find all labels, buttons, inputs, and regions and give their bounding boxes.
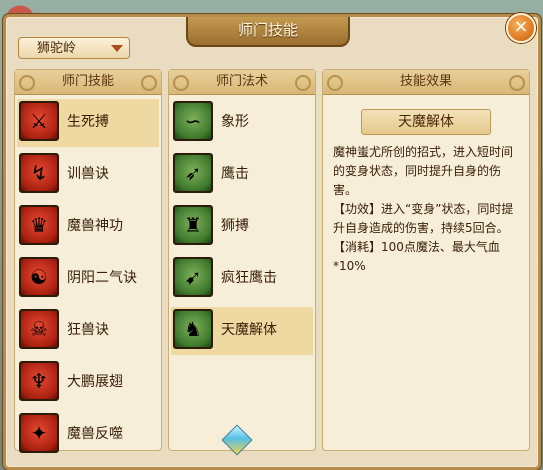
effect-panel-header: 技能效果: [323, 70, 529, 95]
yin-yang-mask-icon: ☯: [19, 257, 59, 297]
beast-crown-icon: ♛: [19, 205, 59, 245]
window-title: 师门技能: [186, 17, 350, 47]
beast-skull-icon: ☠: [19, 309, 59, 349]
effect-description: 魔神蚩尤所创的招式，进入短时间的变身状态，同时提升自身的伤害。 【功效】进入“变…: [333, 145, 514, 273]
beast-bite-icon: ✦: [19, 413, 59, 453]
spell-label: 狮搏: [221, 218, 249, 234]
roc-wings-icon: ♆: [19, 361, 59, 401]
close-button[interactable]: ×: [506, 13, 536, 43]
skill-row-shengsibo[interactable]: ⚔ 生死搏: [17, 99, 159, 147]
skill-label: 阴阳二气诀: [67, 270, 137, 286]
skill-label: 训兽诀: [67, 166, 109, 182]
skill-row-dapengzhanchi[interactable]: ♆ 大鹏展翅: [17, 359, 159, 407]
spell-row-fengkuangyingji[interactable]: ➹ 疯狂鹰击: [171, 255, 313, 303]
skill-label: 生死搏: [67, 114, 109, 130]
spell-label: 天魔解体: [221, 322, 277, 338]
spell-row-yingji[interactable]: ➶ 鹰击: [171, 151, 313, 199]
skill-label: 狂兽诀: [67, 322, 109, 338]
spell-row-xiangxing[interactable]: ∽ 象形: [171, 99, 313, 147]
skill-row-yinyangerqijue[interactable]: ☯ 阴阳二气诀: [17, 255, 159, 303]
lion-icon: ♜: [173, 205, 213, 245]
elephant-icon: ∽: [173, 101, 213, 141]
spell-label: 鹰击: [221, 166, 249, 182]
spells-panel-header: 师门法术: [169, 70, 315, 95]
skills-panel: 师门技能 ⚔ 生死搏 ↯ 训兽诀 ♛ 魔兽神功 ☯ 阴阳二气诀 ☠ 狂兽诀 ♆ …: [14, 69, 162, 453]
spells-panel: 师门法术 ∽ 象形 ➶ 鹰击 ♜ 狮搏 ➹ 疯狂鹰击 ♞ 天魔解体: [168, 69, 316, 451]
skill-label: 大鹏展翅: [67, 374, 123, 390]
school-dropdown[interactable]: 狮驼岭: [18, 37, 130, 59]
skill-label: 魔兽反噬: [67, 426, 123, 442]
skill-row-moshoushengong[interactable]: ♛ 魔兽神功: [17, 203, 159, 251]
whip-icon: ↯: [19, 153, 59, 193]
skills-panel-header: 师门技能: [15, 70, 161, 95]
spell-label: 象形: [221, 114, 249, 130]
skill-row-xunshoujue[interactable]: ↯ 训兽诀: [17, 151, 159, 199]
eagle-icon: ➶: [173, 153, 213, 193]
skill-row-moshoufanshi[interactable]: ✦ 魔兽反噬: [17, 411, 159, 459]
demon-body-icon: ♞: [173, 309, 213, 349]
frenzy-eagle-icon: ➹: [173, 257, 213, 297]
spell-row-tianmojieti[interactable]: ♞ 天魔解体: [171, 307, 313, 355]
skill-row-kuangshoujue[interactable]: ☠ 狂兽诀: [17, 307, 159, 355]
skill-label: 魔兽神功: [67, 218, 123, 234]
school-skills-window: 师门技能 × 狮驼岭 师门技能 ⚔ 生死搏 ↯ 训兽诀 ♛ 魔兽神功 ☯ 阴阳二…: [3, 13, 541, 470]
effect-title: 天魔解体: [361, 109, 491, 135]
chevron-down-icon[interactable]: [111, 45, 123, 52]
spell-row-shibo[interactable]: ♜ 狮搏: [171, 203, 313, 251]
school-dropdown-value: 狮驼岭: [37, 41, 77, 56]
spell-label: 疯狂鹰击: [221, 270, 277, 286]
sword-claw-icon: ⚔: [19, 101, 59, 141]
effect-panel: 技能效果 天魔解体 魔神蚩尤所创的招式，进入短时间的变身状态，同时提升自身的伤害…: [322, 69, 530, 451]
